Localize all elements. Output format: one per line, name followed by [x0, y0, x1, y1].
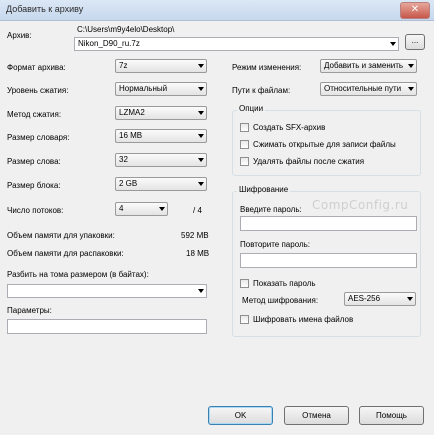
chevron-down-icon — [408, 87, 414, 91]
format-value: 7z — [119, 61, 128, 70]
params-label: Параметры: — [7, 306, 52, 315]
archive-label: Архив: — [7, 31, 32, 40]
params-input[interactable] — [7, 319, 207, 334]
chevron-down-icon — [198, 289, 204, 293]
watermark: CompConfig.ru — [312, 198, 409, 212]
path-mode-value: Относительные пути — [324, 84, 402, 93]
window-title: Добавить к архиву — [6, 4, 84, 14]
mem-pack-label: Объем памяти для упаковки: — [7, 231, 115, 240]
threads-select[interactable]: 4 — [115, 202, 168, 216]
level-value: Нормальный — [119, 84, 168, 93]
browse-button[interactable]: ... — [405, 34, 425, 50]
format-select[interactable]: 7z — [115, 59, 207, 73]
block-value: 2 GB — [119, 179, 138, 188]
word-select[interactable]: 32 — [115, 153, 207, 167]
options-title: Опции — [237, 104, 266, 113]
path-mode-label: Пути к файлам: — [232, 86, 291, 95]
method-label: Метод сжатия: — [7, 110, 62, 119]
block-label: Размер блока: — [7, 181, 61, 190]
archive-path: C:\Users\m9y4elo\Desktop\ — [77, 25, 175, 34]
password-input[interactable] — [240, 216, 417, 231]
show-password-label: Показать пароль — [253, 279, 316, 288]
split-label: Разбить на тома размером (в байтах): — [7, 270, 149, 279]
cancel-button[interactable]: Отмена — [284, 406, 349, 425]
update-mode-value: Добавить и заменить — [324, 61, 404, 70]
update-mode-label: Режим изменения: — [232, 63, 302, 72]
help-button[interactable]: Помощь — [359, 406, 424, 425]
archive-name-combo[interactable]: Nikon_D90_ru.7z — [74, 37, 399, 51]
chevron-down-icon — [198, 111, 204, 115]
chevron-down-icon — [198, 182, 204, 186]
threads-value: 4 — [119, 204, 124, 213]
path-mode-select[interactable]: Относительные пути — [320, 82, 417, 96]
browse-button-label: ... — [411, 36, 419, 45]
enc-method-label: Метод шифрования: — [242, 296, 319, 305]
chevron-down-icon — [408, 64, 414, 68]
word-label: Размер слова: — [7, 157, 61, 166]
enc-method-value: AES-256 — [348, 294, 381, 303]
repeat-password-input[interactable] — [240, 253, 417, 268]
help-button-label: Помощь — [376, 411, 407, 420]
encrypt-names-checkbox[interactable] — [240, 315, 249, 324]
chevron-down-icon — [198, 134, 204, 138]
chevron-down-icon — [407, 297, 413, 301]
format-label: Формат архива: — [7, 63, 66, 72]
close-button[interactable]: ✕ — [400, 2, 430, 19]
chevron-down-icon — [198, 158, 204, 162]
shared-label: Сжимать открытые для записи файлы — [253, 140, 396, 149]
dict-label: Размер словаря: — [7, 133, 70, 142]
update-mode-select[interactable]: Добавить и заменить — [320, 59, 417, 73]
close-icon: ✕ — [410, 4, 420, 15]
delete-after-label: Удалять файлы после сжатия — [253, 157, 365, 166]
word-value: 32 — [119, 155, 128, 164]
show-password-checkbox[interactable] — [240, 279, 249, 288]
encryption-title: Шифрование — [237, 185, 291, 194]
password-label: Введите пароль: — [240, 205, 302, 214]
ok-button-label: OK — [234, 411, 247, 420]
chevron-down-icon — [198, 87, 204, 91]
threads-max: / 4 — [193, 206, 202, 215]
chevron-down-icon — [390, 42, 396, 46]
archive-name-value: Nikon_D90_ru.7z — [78, 39, 140, 48]
enc-method-select[interactable]: AES-256 — [344, 292, 416, 306]
mem-unpack-value: 18 MB — [186, 249, 210, 258]
sfx-label: Создать SFX-архив — [253, 123, 326, 132]
threads-label: Число потоков: — [7, 206, 64, 215]
method-value: LZMA2 — [119, 108, 145, 117]
chevron-down-icon — [198, 64, 204, 68]
repeat-password-label: Повторите пароль: — [240, 240, 311, 249]
delete-after-checkbox[interactable] — [240, 157, 249, 166]
dict-value: 16 MB — [119, 131, 143, 140]
level-label: Уровень сжатия: — [7, 86, 69, 95]
level-select[interactable]: Нормальный — [115, 82, 207, 96]
mem-pack-value: 592 MB — [181, 231, 209, 240]
mem-unpack-label: Объем памяти для распаковки: — [7, 249, 124, 258]
encrypt-names-label: Шифровать имена файлов — [253, 315, 354, 324]
split-combo[interactable] — [7, 284, 207, 298]
ok-button[interactable]: OK — [208, 406, 273, 425]
dict-select[interactable]: 16 MB — [115, 129, 207, 143]
sfx-checkbox[interactable] — [240, 123, 249, 132]
cancel-button-label: Отмена — [302, 411, 331, 420]
block-select[interactable]: 2 GB — [115, 177, 207, 191]
method-select[interactable]: LZMA2 — [115, 106, 207, 120]
shared-checkbox[interactable] — [240, 140, 249, 149]
title-bar: Добавить к архиву ✕ — [0, 0, 434, 21]
chevron-down-icon — [159, 207, 165, 211]
